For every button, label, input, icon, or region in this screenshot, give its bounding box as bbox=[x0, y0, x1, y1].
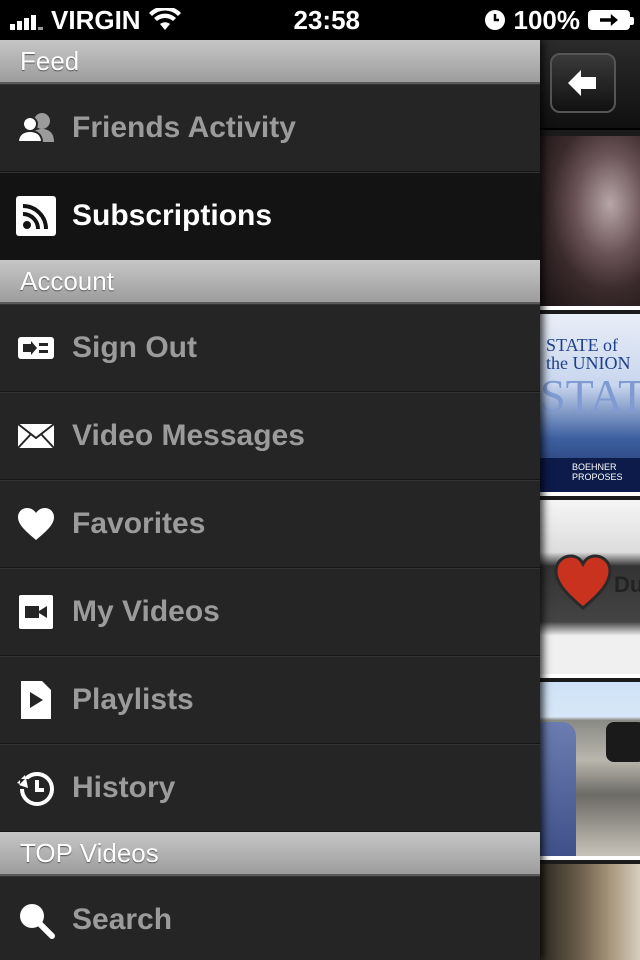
envelope-icon bbox=[0, 423, 72, 449]
status-time: 23:58 bbox=[293, 4, 361, 35]
clock-icon bbox=[484, 10, 505, 30]
plug-icon bbox=[0, 334, 72, 362]
menu-item-label: Search bbox=[72, 903, 173, 936]
carrier-name: VIRGIN bbox=[51, 4, 141, 35]
status-bar: VIRGIN 23:58 100% bbox=[0, 0, 640, 40]
battery-percent: 100% bbox=[513, 4, 581, 35]
heart-icon bbox=[0, 507, 72, 541]
thumbnail-watermark: STAT bbox=[540, 370, 640, 421]
video-camera-icon bbox=[0, 594, 72, 630]
person-graphic bbox=[540, 722, 576, 856]
wifi-icon bbox=[148, 8, 181, 30]
menu-item-label: History bbox=[72, 771, 176, 804]
video-thumbnail[interactable] bbox=[540, 136, 640, 310]
signal-strength-icon bbox=[10, 10, 43, 30]
search-icon bbox=[0, 901, 72, 939]
status-left: VIRGIN bbox=[10, 5, 230, 36]
menu-item-label: Sign Out bbox=[72, 331, 197, 364]
rss-icon bbox=[0, 196, 72, 236]
video-feed: STATE of the UNION STAT BOEHNER PROPOSES… bbox=[540, 40, 640, 960]
side-menu: Feed Friends Activity Subscriptions Acco… bbox=[0, 40, 540, 960]
menu-item-label: Favorites bbox=[72, 507, 206, 540]
friends-icon bbox=[0, 112, 72, 144]
section-header-top-videos: TOP Videos bbox=[0, 832, 540, 876]
heart-graphic bbox=[554, 554, 612, 610]
menu-item-playlists[interactable]: Playlists bbox=[0, 656, 540, 744]
nav-bar bbox=[540, 40, 640, 130]
video-thumbnail[interactable]: Du bbox=[540, 500, 640, 678]
menu-item-history[interactable]: History bbox=[0, 744, 540, 832]
menu-item-friends-activity[interactable]: Friends Activity bbox=[0, 84, 540, 172]
section-header-account: Account bbox=[0, 260, 540, 304]
menu-item-label: Playlists bbox=[72, 683, 194, 716]
car-graphic bbox=[606, 722, 640, 762]
menu-item-label: My Videos bbox=[72, 595, 220, 628]
back-button[interactable] bbox=[550, 53, 616, 113]
menu-item-my-videos[interactable]: My Videos bbox=[0, 568, 540, 656]
back-arrow-icon bbox=[568, 70, 596, 96]
battery-icon bbox=[588, 10, 634, 30]
menu-item-label: Subscriptions bbox=[72, 199, 273, 232]
thumbnail-caption: STATE of the UNION bbox=[546, 335, 631, 373]
history-icon bbox=[0, 769, 72, 807]
video-thumbnail[interactable] bbox=[540, 682, 640, 860]
menu-item-search[interactable]: Search bbox=[0, 876, 540, 960]
playlist-icon bbox=[0, 680, 72, 720]
menu-item-favorites[interactable]: Favorites bbox=[0, 480, 540, 568]
menu-item-sign-out[interactable]: Sign Out bbox=[0, 304, 540, 392]
menu-item-label: Friends Activity bbox=[72, 111, 296, 144]
thumbnail-caption: Du bbox=[614, 572, 640, 597]
status-right: 100% bbox=[484, 4, 634, 36]
video-thumbnail[interactable] bbox=[540, 864, 640, 960]
news-ticker: BOEHNER PROPOSES bbox=[540, 458, 640, 492]
menu-item-video-messages[interactable]: Video Messages bbox=[0, 392, 540, 480]
menu-item-subscriptions[interactable]: Subscriptions bbox=[0, 172, 540, 260]
section-header-feed: Feed bbox=[0, 40, 540, 84]
video-thumbnail[interactable]: STATE of the UNION STAT BOEHNER PROPOSES bbox=[540, 314, 640, 496]
menu-item-label: Video Messages bbox=[72, 419, 305, 452]
